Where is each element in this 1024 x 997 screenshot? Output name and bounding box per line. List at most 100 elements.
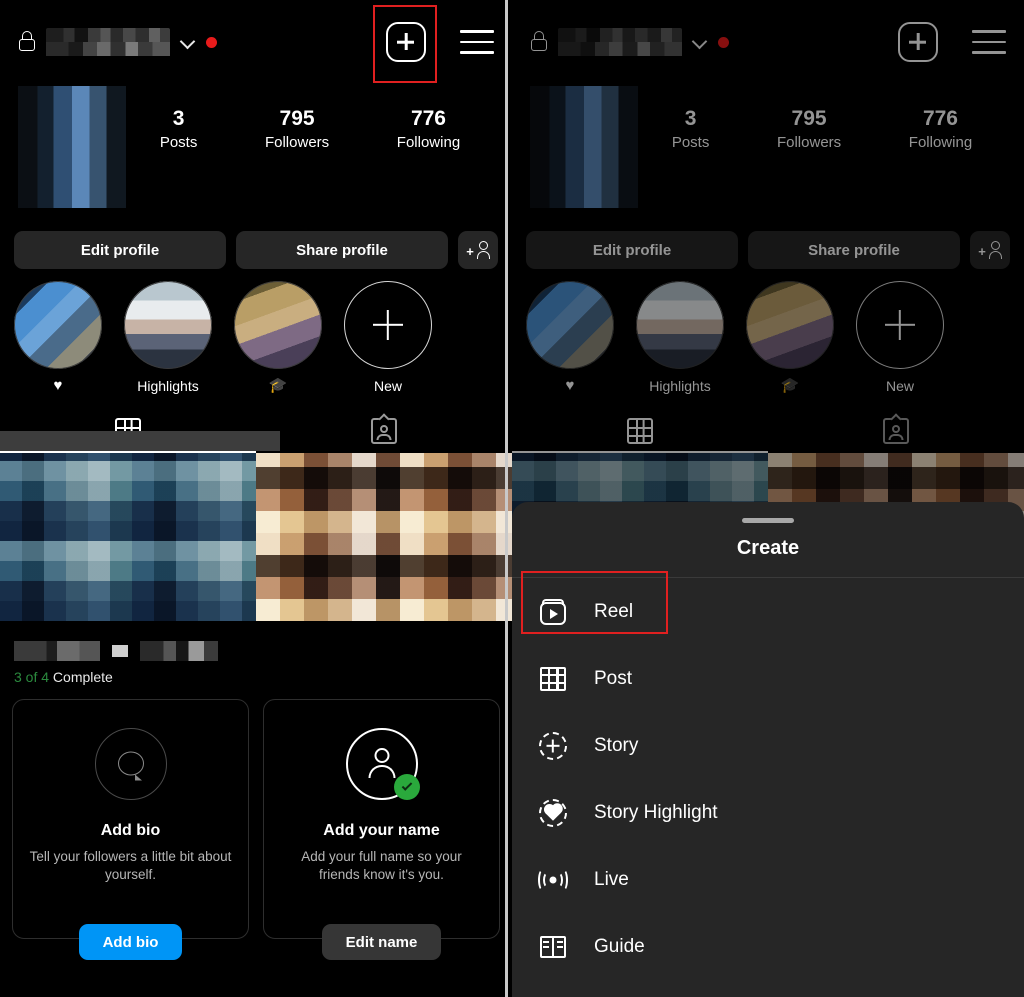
highlight-item-1[interactable]: ♥ xyxy=(526,281,614,395)
create-option-label: Live xyxy=(594,868,629,890)
drag-handle[interactable] xyxy=(742,518,794,523)
profile-stats-dimmed: 3 Posts 795 Followers 776 Following xyxy=(638,84,1006,151)
tagged-person-icon xyxy=(883,413,909,444)
hamburger-menu-icon[interactable] xyxy=(972,30,1006,54)
card-add-name: Add your name Add your full name so your… xyxy=(263,699,500,960)
create-option-story-highlight[interactable]: Story Highlight xyxy=(538,779,998,846)
discover-people-button[interactable]: + xyxy=(458,231,498,269)
highlight-item-2[interactable]: Highlights xyxy=(636,281,724,395)
progress-word: Complete xyxy=(52,669,113,685)
stat-posts[interactable]: 3 Posts xyxy=(672,106,710,151)
person-check-icon xyxy=(345,728,420,800)
highlight-item-1[interactable]: ♥ xyxy=(14,281,102,395)
highlight-label: Highlights xyxy=(649,378,711,394)
create-option-reel[interactable]: Reel xyxy=(538,578,998,645)
stat-following[interactable]: 776 Following xyxy=(909,106,972,151)
avatar[interactable] xyxy=(18,86,126,208)
highlight-item-3[interactable]: 🎓 xyxy=(746,281,834,395)
posts-grid xyxy=(0,453,512,621)
stat-following[interactable]: 776 Following xyxy=(397,106,460,151)
stat-posts-label: Posts xyxy=(159,134,198,152)
highlight-thumbnail xyxy=(14,281,102,369)
discover-people-button[interactable]: + xyxy=(970,231,1010,269)
add-bio-button[interactable]: Add bio xyxy=(78,924,183,960)
tagged-person-icon xyxy=(371,413,397,444)
new-highlight-button[interactable]: New xyxy=(856,281,944,395)
create-bottom-sheet: Create Reel Post Story Story Highlight L… xyxy=(512,502,1024,997)
card-description: Tell your followers a little bit about y… xyxy=(29,849,232,883)
stat-following-value: 776 xyxy=(410,107,446,130)
notification-dot-icon xyxy=(718,36,729,48)
create-option-label: Story Highlight xyxy=(594,801,718,823)
post-thumbnail[interactable] xyxy=(256,453,512,621)
chevron-down-icon[interactable] xyxy=(692,34,708,50)
grid-icon xyxy=(538,664,568,694)
left-panel-profile-screen: 3 Posts 795 Followers 776 Following Edit… xyxy=(0,0,512,997)
create-options-list: Reel Post Story Story Highlight Live Gui… xyxy=(512,578,1024,980)
avatar[interactable] xyxy=(530,86,638,208)
highlight-thumbnail xyxy=(636,281,724,369)
progress-count: 3 of 4 xyxy=(14,669,50,685)
lock-icon xyxy=(530,31,548,53)
highlight-thumbnail xyxy=(746,281,834,369)
create-plus-button[interactable] xyxy=(898,22,938,62)
create-plus-button[interactable] xyxy=(386,22,426,62)
suggestion-cards: Add bio Tell your followers a little bit… xyxy=(0,685,512,960)
progress-text: 3 of 4 Complete xyxy=(14,669,498,685)
username-redacted[interactable] xyxy=(46,28,170,56)
new-highlight-label: New xyxy=(885,378,914,394)
card-description: Add your full name so your friends know … xyxy=(301,849,462,883)
hamburger-menu-icon[interactable] xyxy=(460,30,494,54)
complete-profile-section: 3 of 4 Complete xyxy=(0,621,512,685)
stat-followers[interactable]: 795 Followers xyxy=(777,106,841,151)
new-highlight-button[interactable]: New xyxy=(344,281,432,395)
tab-posts[interactable] xyxy=(512,409,768,453)
plus-circle-icon xyxy=(856,281,944,369)
highlight-label: 🎓 xyxy=(268,377,288,394)
edit-profile-button[interactable]: Edit profile xyxy=(526,231,738,269)
stat-posts-label: Posts xyxy=(671,134,710,152)
create-option-guide[interactable]: Guide xyxy=(538,913,998,980)
profile-summary-row-dimmed: 3 Posts 795 Followers 776 Following xyxy=(512,84,1024,229)
stat-followers-value: 795 xyxy=(791,107,827,130)
highlight-item-3[interactable]: 🎓 xyxy=(234,281,322,395)
stat-posts[interactable]: 3 Posts xyxy=(160,106,198,151)
post-thumbnail[interactable] xyxy=(0,453,256,621)
sheet-title: Create xyxy=(736,537,800,559)
right-panel-create-sheet-open: 3 Posts 795 Followers 776 Following Edit… xyxy=(512,0,1024,997)
tab-tagged[interactable] xyxy=(256,409,512,453)
highlight-label: ♥ xyxy=(565,377,575,394)
highlight-label: ♥ xyxy=(53,377,63,394)
plus-circle-icon xyxy=(344,281,432,369)
stat-following-value: 776 xyxy=(922,107,958,130)
stat-followers-value: 795 xyxy=(279,107,315,130)
chevron-down-icon[interactable] xyxy=(180,34,196,50)
edit-profile-button[interactable]: Edit profile xyxy=(14,231,226,269)
stat-posts-value: 3 xyxy=(172,107,185,130)
create-option-post[interactable]: Post xyxy=(538,645,998,712)
section-heading-redacted xyxy=(14,639,498,663)
username-redacted[interactable] xyxy=(558,28,682,56)
edit-name-button[interactable]: Edit name xyxy=(321,924,442,960)
highlight-item-2[interactable]: Highlights xyxy=(124,281,212,395)
profile-tab-bar-dimmed xyxy=(512,409,1024,453)
pixelation-band xyxy=(0,431,280,451)
stat-followers[interactable]: 795 Followers xyxy=(265,106,329,151)
header-account-switcher[interactable] xyxy=(18,28,217,56)
stat-following-label: Following xyxy=(908,134,973,152)
highlight-thumbnail xyxy=(526,281,614,369)
create-option-story[interactable]: Story xyxy=(538,712,998,779)
share-profile-button[interactable]: Share profile xyxy=(748,231,960,269)
app-header xyxy=(0,0,512,84)
add-person-icon: + xyxy=(466,241,490,259)
profile-action-buttons: Edit profile Share profile + xyxy=(0,231,512,269)
header-account-switcher-dimmed[interactable] xyxy=(530,28,729,56)
new-highlight-label: New xyxy=(373,378,402,394)
notification-dot-icon xyxy=(206,36,217,48)
stat-followers-label: Followers xyxy=(264,134,330,152)
tab-tagged[interactable] xyxy=(768,409,1024,453)
create-option-live[interactable]: Live xyxy=(538,846,998,913)
share-profile-button[interactable]: Share profile xyxy=(236,231,448,269)
card-title: Add bio xyxy=(100,822,161,839)
card-add-bio: Add bio Tell your followers a little bit… xyxy=(12,699,249,960)
